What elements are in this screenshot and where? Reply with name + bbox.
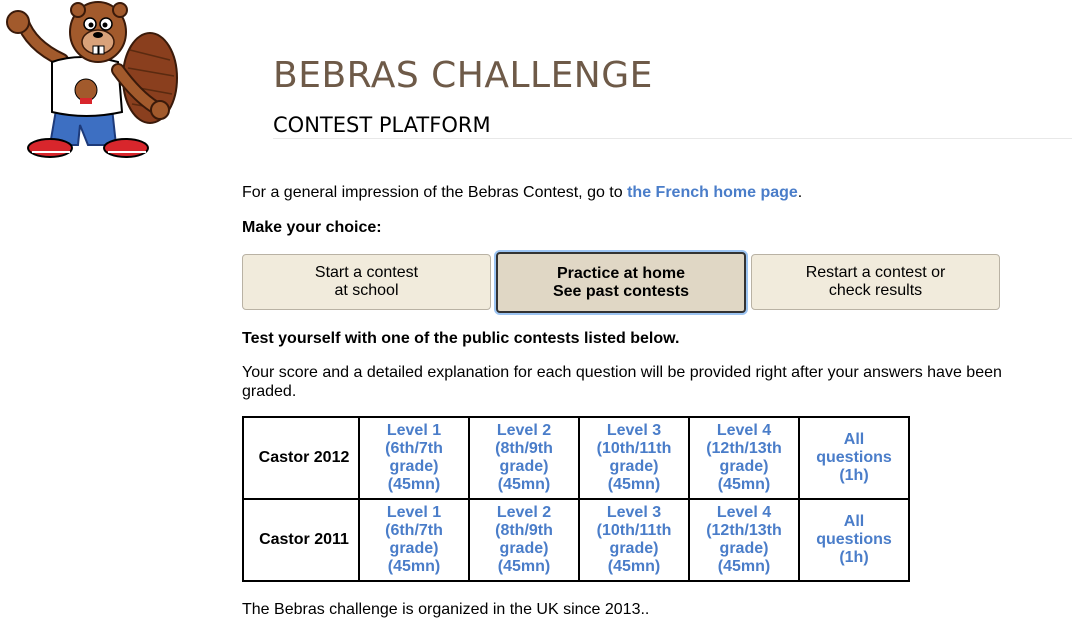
footer-note: The Bebras challenge is organized in the… <box>242 601 650 618</box>
all-questions-link[interactable]: All questions (1h) <box>800 431 908 485</box>
contest-level-link[interactable]: Level 2 (8th/9th grade) (45mn) <box>470 422 578 494</box>
button-label-line2: check results <box>828 282 923 299</box>
contests-table: Castor 2012 Level 1 (6th/7th grade) (45mn) … <box>242 416 910 582</box>
beaver-mascot-icon <box>6 1 178 158</box>
contest-level-link[interactable]: Level 4 (12th/13th grade) (45mn) <box>690 422 798 494</box>
button-label-line1: Restart a contest or <box>805 264 946 281</box>
test-yourself-heading: Test yourself with one of the public con… <box>242 330 680 347</box>
button-label-line2: See past contests <box>552 282 690 300</box>
page-subtitle: CONTEST PLATFORM <box>273 113 491 137</box>
french-home-page-link[interactable]: the French home page <box>627 184 798 201</box>
intro-paragraph: For a general impression of the Bebras C… <box>242 183 1022 202</box>
contest-level-link[interactable]: Level 3 (10th/11th grade) (45mn) <box>580 422 688 494</box>
contest-level-link[interactable]: Level 3 (10th/11th grade) (45mn) <box>580 504 688 576</box>
all-questions-link[interactable]: All questions (1h) <box>800 513 908 567</box>
contest-name: Castor 2012 <box>242 416 360 500</box>
contest-level-link[interactable]: Level 4 (12th/13th grade) (45mn) <box>690 504 798 576</box>
intro-text-end: . <box>797 184 803 201</box>
main-content: For a general impression of the Bebras C… <box>242 183 1022 618</box>
button-label-line1: Practice at home <box>556 264 686 282</box>
contest-level-link[interactable]: Level 1 (6th/7th grade) (45mn) <box>360 504 468 576</box>
table-row: Castor 2012 Level 1 (6th/7th grade) (45mn) … <box>242 416 910 500</box>
button-label-line1: Start a contest <box>314 264 419 281</box>
practice-at-home-button[interactable]: Practice at home See past contests <box>496 252 746 313</box>
choose-label: Make your choice: <box>242 219 382 236</box>
contest-level-link[interactable]: Level 2 (8th/9th grade) (45mn) <box>470 504 578 576</box>
start-contest-button[interactable]: Start a contest at school <box>242 254 491 310</box>
score-explanation: Your score and a detailed explanation fo… <box>242 364 1002 400</box>
header-divider <box>273 138 1072 139</box>
button-label-line2: at school <box>334 282 399 299</box>
contest-name: Castor 2011 <box>242 498 360 582</box>
choice-buttons: Start a contest at school Practice at ho… <box>242 252 1002 313</box>
page-title: BEBRAS CHALLENGE <box>273 55 653 96</box>
restart-contest-button[interactable]: Restart a contest or check results <box>751 254 1000 310</box>
contest-level-link[interactable]: Level 1 (6th/7th grade) (45mn) <box>360 422 468 494</box>
table-row: Castor 2011 Level 1 (6th/7th grade) (45mn) … <box>242 498 910 582</box>
intro-text: For a general impression of the Bebras C… <box>242 184 628 201</box>
